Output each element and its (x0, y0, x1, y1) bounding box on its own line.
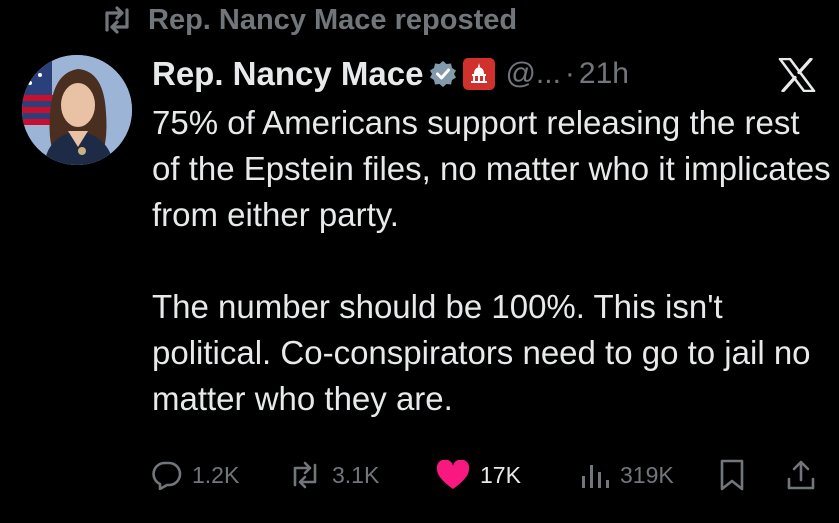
share-icon (786, 459, 816, 491)
bookmark-icon (718, 459, 746, 491)
like-button[interactable]: 17K (436, 455, 521, 495)
post-header: Rep. Nancy Mace @... · 21h (152, 52, 822, 96)
reply-button[interactable]: 1.2K (152, 455, 239, 495)
views-button[interactable]: 319K (580, 455, 674, 495)
bookmark-button[interactable] (718, 455, 746, 495)
repost-button[interactable]: 3.1K (288, 455, 379, 495)
post-paragraph: The number should be 100%. This isn't po… (152, 288, 811, 417)
post-paragraph: 75% of Americans support releasing the r… (152, 104, 831, 233)
action-bar: 1.2K 3.1K 17K 319K (152, 455, 820, 495)
repost-indicator[interactable]: Rep. Nancy Mace reposted (100, 2, 517, 38)
repost-label: Rep. Nancy Mace reposted (148, 3, 518, 36)
like-count: 17K (480, 461, 521, 488)
reply-icon (152, 460, 182, 490)
avatar[interactable] (22, 55, 132, 165)
reply-count: 1.2K (192, 461, 240, 488)
post-text: 75% of Americans support releasing the r… (152, 100, 832, 422)
repost-icon (100, 6, 134, 34)
views-icon (580, 460, 610, 490)
post-timestamp[interactable]: 21h (579, 57, 629, 91)
like-icon (436, 460, 470, 490)
gop-badge-icon[interactable] (463, 58, 496, 90)
verified-badge-icon[interactable] (429, 60, 457, 88)
repost-icon (288, 461, 322, 489)
x-logo-icon (778, 57, 816, 97)
separator-dot: · (564, 57, 575, 90)
repost-count: 3.1K (332, 461, 380, 488)
author-name[interactable]: Rep. Nancy Mace (152, 55, 423, 93)
share-button[interactable] (786, 455, 816, 495)
author-handle[interactable]: @... (505, 57, 560, 91)
views-count: 319K (620, 461, 674, 488)
